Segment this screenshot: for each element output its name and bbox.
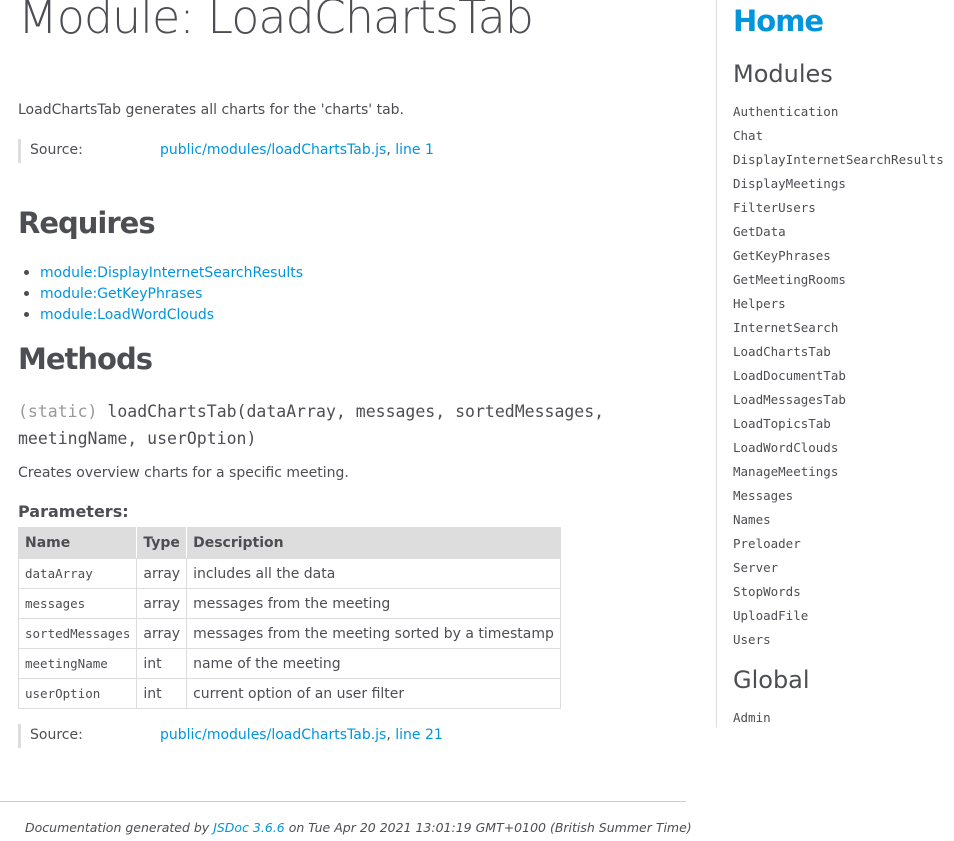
- footer-suffix: on Tue Apr 20 2021 13:01:19 GMT+0100 (Br…: [284, 820, 692, 835]
- nav-item-loadwordclouds[interactable]: LoadWordClouds: [733, 436, 944, 460]
- sidebar-nav: Home Modules Authentication Chat Display…: [716, 0, 954, 727]
- table-row: messages array messages from the meeting: [17, 588, 561, 619]
- nav-item-helpers[interactable]: Helpers: [733, 292, 944, 316]
- nav-item-loadchartstab[interactable]: LoadChartsTab: [733, 340, 944, 364]
- requires-item: module:GetKeyPhrases: [24, 285, 303, 306]
- param-type: array: [136, 618, 188, 649]
- parameters-table: Name Type Description dataArray array in…: [17, 527, 561, 709]
- requires-link-getkeyphrases[interactable]: module:GetKeyPhrases: [40, 286, 202, 302]
- nav-item-names[interactable]: Names: [733, 508, 944, 532]
- table-header-row: Name Type Description: [17, 527, 561, 559]
- parameters-title: Parameters:: [18, 502, 129, 521]
- nav-item-internetsearch[interactable]: InternetSearch: [733, 316, 944, 340]
- table-row: dataArray array includes all the data: [17, 558, 561, 589]
- jsdoc-link[interactable]: JSDoc 3.6.6: [213, 820, 285, 835]
- nav-item-messages[interactable]: Messages: [733, 484, 944, 508]
- nav-item-getdata[interactable]: GetData: [733, 220, 944, 244]
- source-value: public/modules/loadChartsTab.js, line 1: [160, 142, 434, 158]
- nav-item-preloader[interactable]: Preloader: [733, 532, 944, 556]
- bullet-icon: [24, 291, 29, 296]
- method-signature: (static) loadChartsTab(dataArray, messag…: [18, 398, 618, 452]
- requires-item: module:LoadWordClouds: [24, 306, 303, 327]
- method-name-params: loadChartsTab(dataArray, messages, sorte…: [18, 402, 605, 448]
- table-row: meetingName int name of the meeting: [17, 648, 561, 679]
- nav-item-getkeyphrases[interactable]: GetKeyPhrases: [733, 244, 944, 268]
- nav-item-chat[interactable]: Chat: [733, 124, 944, 148]
- method-source: Source: public/modules/loadChartsTab.js,…: [18, 724, 443, 748]
- param-description: name of the meeting: [186, 648, 561, 679]
- methods-heading: Methods: [18, 342, 153, 376]
- param-type: int: [136, 648, 188, 679]
- source-value: public/modules/loadChartsTab.js, line 21: [160, 727, 443, 743]
- nav-item-displaymeetings[interactable]: DisplayMeetings: [733, 172, 944, 196]
- table-row: sortedMessages array messages from the m…: [17, 618, 561, 649]
- footer-prefix: Documentation generated by: [25, 820, 214, 835]
- requires-item: module:DisplayInternetSearchResults: [24, 264, 303, 285]
- requires-link-displayinternetsearchresults[interactable]: module:DisplayInternetSearchResults: [40, 265, 303, 281]
- nav-item-server[interactable]: Server: [733, 556, 944, 580]
- page-title: Module: LoadChartsTab: [18, 0, 534, 44]
- nav-modules-heading: Modules: [733, 60, 833, 88]
- param-description: messages from the meeting sorted by a ti…: [186, 618, 561, 649]
- nav-item-managemeetings[interactable]: ManageMeetings: [733, 460, 944, 484]
- requires-link-loadwordclouds[interactable]: module:LoadWordClouds: [40, 307, 214, 323]
- nav-home-link[interactable]: Home: [733, 4, 824, 38]
- nav-item-users[interactable]: Users: [733, 628, 944, 652]
- nav-global-heading: Global: [733, 666, 810, 694]
- column-header-name: Name: [17, 527, 138, 559]
- nav-item-loadtopicstab[interactable]: LoadTopicsTab: [733, 412, 944, 436]
- param-description: messages from the meeting: [186, 588, 561, 619]
- source-line-link[interactable]: line 21: [395, 727, 443, 743]
- param-name: dataArray: [17, 558, 138, 589]
- param-name: userOption: [17, 678, 138, 709]
- param-description: current option of an user filter: [186, 678, 561, 709]
- param-type: array: [136, 558, 188, 589]
- nav-item-getmeetingrooms[interactable]: GetMeetingRooms: [733, 268, 944, 292]
- param-description: includes all the data: [186, 558, 561, 589]
- source-separator: ,: [386, 727, 396, 743]
- nav-item-uploadfile[interactable]: UploadFile: [733, 604, 944, 628]
- column-header-description: Description: [186, 527, 561, 559]
- source-line-link[interactable]: line 1: [395, 142, 434, 158]
- method-description: Creates overview charts for a specific m…: [18, 465, 349, 481]
- source-separator: ,: [386, 142, 396, 158]
- source-file-link[interactable]: public/modules/loadChartsTab.js: [160, 142, 386, 158]
- nav-item-admin[interactable]: Admin: [733, 706, 771, 730]
- param-type: int: [136, 678, 188, 709]
- module-description: LoadChartsTab generates all charts for t…: [18, 102, 404, 118]
- bullet-icon: [24, 270, 29, 275]
- nav-item-displayinternetsearchresults[interactable]: DisplayInternetSearchResults: [733, 148, 944, 172]
- source-label: Source:: [30, 142, 83, 158]
- nav-item-loaddocumenttab[interactable]: LoadDocumentTab: [733, 364, 944, 388]
- param-name: meetingName: [17, 648, 138, 679]
- nav-item-loadmessagestab[interactable]: LoadMessagesTab: [733, 388, 944, 412]
- param-type: array: [136, 588, 188, 619]
- column-header-type: Type: [136, 527, 188, 559]
- source-label: Source:: [30, 727, 83, 743]
- footer-divider: [0, 801, 686, 802]
- bullet-icon: [24, 312, 29, 317]
- nav-modules-list: Authentication Chat DisplayInternetSearc…: [733, 100, 944, 652]
- method-attribute: (static): [18, 402, 98, 421]
- nav-global-list: Admin: [733, 706, 771, 730]
- nav-item-authentication[interactable]: Authentication: [733, 100, 944, 124]
- nav-item-filterusers[interactable]: FilterUsers: [733, 196, 944, 220]
- footer: Documentation generated by JSDoc 3.6.6 o…: [25, 820, 692, 835]
- param-name: sortedMessages: [17, 618, 138, 649]
- requires-heading: Requires: [18, 206, 156, 240]
- source-file-link[interactable]: public/modules/loadChartsTab.js: [160, 727, 386, 743]
- requires-list: module:DisplayInternetSearchResults modu…: [24, 264, 303, 327]
- nav-item-stopwords[interactable]: StopWords: [733, 580, 944, 604]
- table-row: userOption int current option of an user…: [17, 678, 561, 709]
- module-source: Source: public/modules/loadChartsTab.js,…: [18, 139, 434, 163]
- param-name: messages: [17, 588, 138, 619]
